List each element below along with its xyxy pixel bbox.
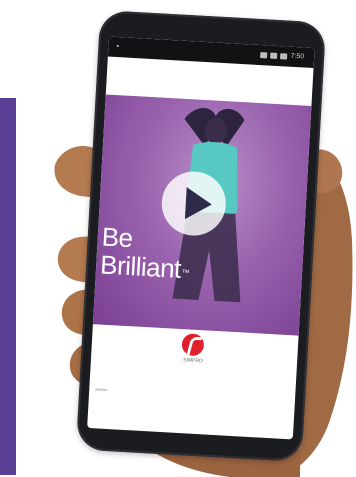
phone-screen: ▪ 7:50 Be Brilliant™ SIMPRO [87, 36, 315, 440]
status-time: 7:50 [290, 52, 305, 61]
wifi-icon [270, 52, 278, 59]
battery-icon [280, 53, 288, 60]
brand-name: SIMPRO [182, 357, 204, 365]
brand-logo-mark [186, 336, 203, 356]
video-title-line2-text: Brilliant [99, 249, 182, 284]
trademark-symbol: ™ [181, 267, 190, 278]
footer-mark [95, 388, 108, 392]
scene: ▪ 7:50 Be Brilliant™ SIMPRO [0, 0, 356, 477]
phone: ▪ 7:50 Be Brilliant™ SIMPRO [75, 10, 327, 462]
video-title-line2: Brilliant™ [99, 249, 190, 284]
status-left: ▪ [116, 42, 120, 51]
play-icon [184, 187, 213, 221]
video-title: Be Brilliant™ [99, 221, 191, 284]
video-player[interactable]: Be Brilliant™ [92, 94, 312, 336]
status-icons: 7:50 [260, 45, 305, 67]
brand-logo-icon [181, 333, 205, 357]
signal-icon [260, 52, 268, 59]
